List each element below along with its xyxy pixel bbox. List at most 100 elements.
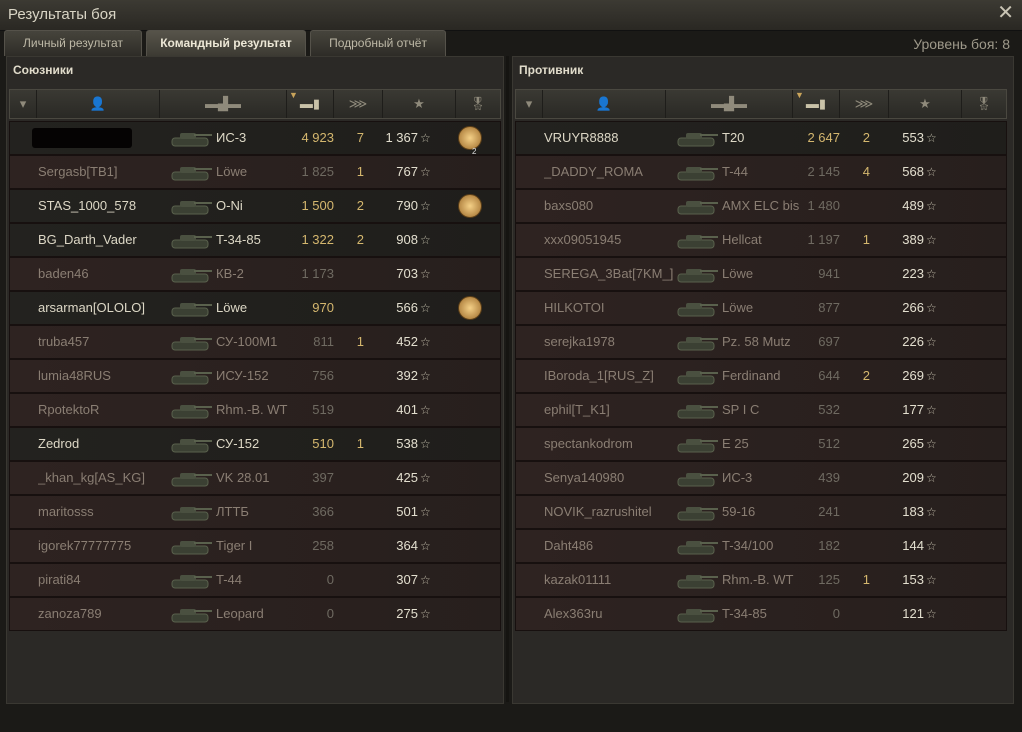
- damage-value: 0: [832, 606, 840, 621]
- damage-value: 697: [818, 334, 840, 349]
- xp-value: 275: [396, 606, 418, 621]
- tank-silhouette-icon: [171, 201, 212, 215]
- enemies-row[interactable]: baxs080 AMX ELC bis 1 480 489 ☆: [515, 189, 1007, 223]
- tank-image: [166, 326, 216, 358]
- damage-value: 0: [326, 606, 334, 621]
- tab-detailed-report[interactable]: Подробный отчёт: [310, 30, 446, 56]
- kills-value: [340, 394, 364, 426]
- allies-row[interactable]: zanoza789 Leopard 0 275 ☆: [9, 597, 501, 631]
- tank-icon[interactable]: ▬▟▬: [160, 90, 287, 118]
- damage-icon[interactable]: ▼ ▬▮: [793, 90, 840, 118]
- enemies-row[interactable]: Senya140980 ИС-3 439 209 ☆: [515, 461, 1007, 495]
- kills-value: 1: [862, 572, 870, 587]
- tank-image: [166, 190, 216, 222]
- damage-value: 366: [312, 504, 334, 519]
- enemies-row[interactable]: spectankodrom E 25 512 265 ☆: [515, 427, 1007, 461]
- damage-value: 4 923: [301, 130, 334, 145]
- tab-personal-result[interactable]: Личный результат: [4, 30, 142, 56]
- enemies-row[interactable]: IBoroda_1[RUS_Z] Ferdinand 644 2 269 ☆: [515, 359, 1007, 393]
- player-name: pirati84: [38, 572, 81, 587]
- xp-star-icon: ☆: [420, 505, 431, 519]
- tank-image: [672, 360, 722, 392]
- enemies-column-headers: ▾ 👤 ▬▟▬ ▼ ▬▮ ⋙ ★ 🎖: [515, 89, 1007, 119]
- tank-image: [166, 598, 216, 630]
- tank-image: [166, 224, 216, 256]
- player-icon[interactable]: 👤: [543, 90, 666, 118]
- squad-icon[interactable]: ▾: [516, 90, 543, 118]
- tab-team-result[interactable]: Командный результат: [146, 30, 306, 56]
- xp-star-icon: ☆: [926, 505, 937, 519]
- allies-row[interactable]: pirati84 T-44 0 307 ☆: [9, 563, 501, 597]
- player-icon[interactable]: 👤: [37, 90, 160, 118]
- allies-row[interactable]: baden46 КВ-2 1 173 703 ☆: [9, 257, 501, 291]
- enemies-row[interactable]: VRUYR8888 T20 2 647 2 553 ☆: [515, 121, 1007, 155]
- kills-value: [846, 530, 870, 562]
- allies-row[interactable]: ИС-3 4 923 7 1 367 ☆ 2: [9, 121, 501, 155]
- xp-star-icon: ☆: [420, 199, 431, 213]
- allies-row[interactable]: BG_Darth_Vader T-34-85 1 322 2 908 ☆: [9, 223, 501, 257]
- allies-row[interactable]: truba457 СУ-100М1 811 1 452 ☆: [9, 325, 501, 359]
- damage-value: 512: [818, 436, 840, 451]
- battle-tier: Уровень боя: 8: [913, 36, 1010, 52]
- player-name: SEREGA_3Bat[7KM_]: [544, 266, 674, 281]
- allies-row[interactable]: _khan_kg[AS_KG] VK 28.01 397 425 ☆: [9, 461, 501, 495]
- allies-row[interactable]: Zedrod СУ-152 510 1 538 ☆: [9, 427, 501, 461]
- allies-row[interactable]: RpotektoR Rhm.-B. WT 519 401 ☆: [9, 393, 501, 427]
- enemies-row[interactable]: xxx09051945 Hellcat 1 197 1 389 ☆: [515, 223, 1007, 257]
- kills-icon[interactable]: ⋙: [840, 90, 889, 118]
- allies-row[interactable]: maritosss ЛТТБ 366 501 ☆: [9, 495, 501, 529]
- player-name: baxs080: [544, 198, 594, 213]
- damage-value: 1 500: [301, 198, 334, 213]
- allies-row[interactable]: igorek77777775 Tiger I 258 364 ☆: [9, 529, 501, 563]
- tank-silhouette-icon: [677, 473, 718, 487]
- tank-image: [672, 496, 722, 528]
- achievement-cell[interactable]: [454, 292, 484, 324]
- allies-row[interactable]: lumia48RUS ИСУ-152 756 392 ☆: [9, 359, 501, 393]
- squad-icon[interactable]: ▾: [10, 90, 37, 118]
- enemies-row[interactable]: SEREGA_3Bat[7KM_] Löwe 941 223 ☆: [515, 257, 1007, 291]
- xp-value: 1 367: [385, 130, 418, 145]
- enemies-row[interactable]: HILKOTOI Löwe 877 266 ☆: [515, 291, 1007, 325]
- close-icon[interactable]: ✕: [997, 2, 1014, 24]
- damage-value: 970: [312, 300, 334, 315]
- xp-star-icon: ☆: [926, 301, 937, 315]
- tank-image: [672, 326, 722, 358]
- tank-image: [166, 564, 216, 596]
- tank-silhouette-icon: [171, 609, 212, 623]
- kills-icon[interactable]: ⋙: [334, 90, 383, 118]
- enemies-row[interactable]: Alex363ru T-34-85 0 121 ☆: [515, 597, 1007, 631]
- allies-row[interactable]: STAS_1000_578 O-Ni 1 500 2 790 ☆: [9, 189, 501, 223]
- kills-value: [340, 598, 364, 630]
- xp-star-icon[interactable]: ★: [383, 90, 456, 118]
- player-name: RpotektoR: [38, 402, 100, 417]
- allies-row[interactable]: arsarman[OLOLO] Löwe 970 566 ☆: [9, 291, 501, 325]
- xp-star-icon: ☆: [926, 539, 937, 553]
- enemies-row[interactable]: _DADDY_ROMA T-44 2 145 4 568 ☆: [515, 155, 1007, 189]
- damage-value: 811: [313, 334, 334, 349]
- tank-image: [166, 360, 216, 392]
- enemies-row[interactable]: ephil[T_K1] SP I C 532 177 ☆: [515, 393, 1007, 427]
- achievement-cell[interactable]: 2: [454, 122, 484, 154]
- xp-star-icon: ☆: [420, 301, 431, 315]
- player-name: spectankodrom: [544, 436, 633, 451]
- tank-silhouette-icon: [677, 507, 718, 521]
- tank-icon[interactable]: ▬▟▬: [666, 90, 793, 118]
- enemies-row[interactable]: Daht486 T-34/100 182 144 ☆: [515, 529, 1007, 563]
- player-name: HILKOTOI: [544, 300, 605, 315]
- medal-icon[interactable]: 🎖: [962, 90, 1006, 118]
- medal-icon[interactable]: 🎖: [456, 90, 500, 118]
- enemies-row[interactable]: kazak01111 Rhm.-B. WT 125 1 153 ☆: [515, 563, 1007, 597]
- xp-star-icon: ☆: [926, 165, 937, 179]
- damage-icon[interactable]: ▼ ▬▮: [287, 90, 334, 118]
- xp-value: 226: [902, 334, 924, 349]
- xp-value: 392: [396, 368, 418, 383]
- enemies-row[interactable]: NOVIK_razrushitel 59-16 241 183 ☆: [515, 495, 1007, 529]
- allies-row[interactable]: Sergasb[TB1] Löwe 1 825 1 767 ☆: [9, 155, 501, 189]
- achievement-cell[interactable]: [454, 190, 484, 222]
- tank-silhouette-icon: [171, 269, 212, 283]
- enemies-row[interactable]: serejka1978 Pz. 58 Mutz 697 226 ☆: [515, 325, 1007, 359]
- xp-star-icon[interactable]: ★: [889, 90, 962, 118]
- kills-value: [846, 496, 870, 528]
- kills-value: 4: [862, 164, 870, 179]
- xp-star-icon: ☆: [926, 267, 937, 281]
